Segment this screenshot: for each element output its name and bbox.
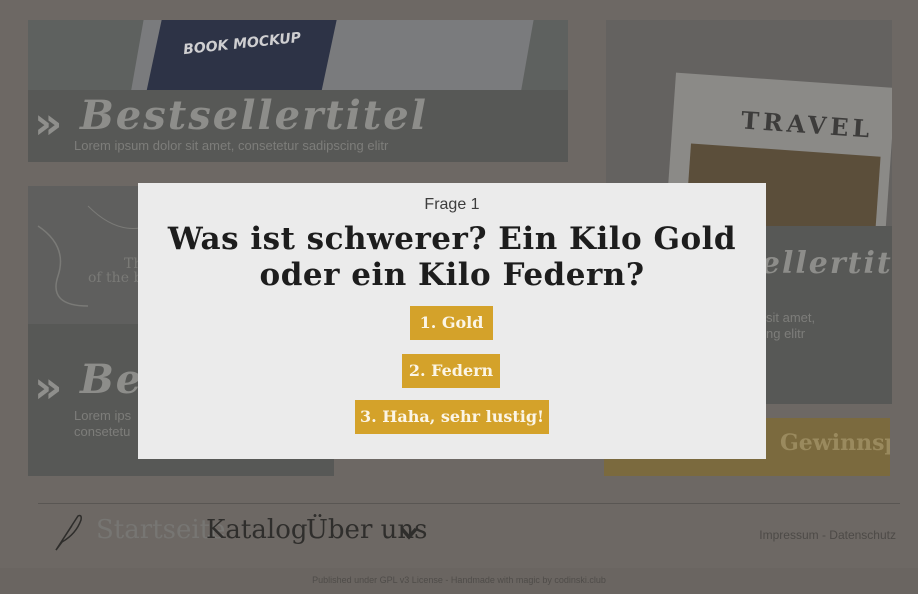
tile-banner: » Bestsellertitel Lorem ipsum dolor sit … <box>28 90 568 162</box>
chevron-down-icon[interactable] <box>400 526 418 540</box>
tile-text-line2: ng elitr <box>766 326 806 341</box>
nav-catalog[interactable]: Katalog <box>206 515 308 545</box>
answer-button-2[interactable]: 2. Federn <box>402 354 500 388</box>
question-text: Was ist schwerer? Ein Kilo Gold oder ein… <box>167 221 737 293</box>
footer-divider <box>38 503 900 504</box>
contest-label: Gewinnspiel! <box>780 430 890 456</box>
answer-button-3[interactable]: 3. Haha, sehr lustig! <box>355 400 549 434</box>
feather-icon <box>55 514 82 551</box>
answer-button-1[interactable]: 1. Gold <box>410 306 493 340</box>
double-chevron-icon: » <box>34 98 63 149</box>
map-text-2: of the b <box>88 270 143 286</box>
tile-text: Lorem ipsum dolor sit amet, consetetur s… <box>74 138 389 153</box>
legal-links[interactable]: Impressum - Datenschutz <box>759 528 896 542</box>
double-chevron-icon: » <box>34 362 63 413</box>
tile-title: Bestsellertitel <box>80 92 428 139</box>
book-cover-image <box>146 20 337 92</box>
question-number: Frage 1 <box>424 196 480 213</box>
tile-text-line2: consetetu <box>74 424 131 439</box>
published-note: Published under GPL v3 License - Handmad… <box>312 575 606 585</box>
quiz-modal: Frage 1 Was ist schwerer? Ein Kilo Gold … <box>138 183 766 459</box>
featured-tile-top[interactable]: BOOK MOCKUP » Bestsellertitel Lorem ipsu… <box>28 20 568 162</box>
tile-text-line1: Lorem ips <box>74 408 132 423</box>
tile-text-line1: sit amet, <box>766 310 816 325</box>
